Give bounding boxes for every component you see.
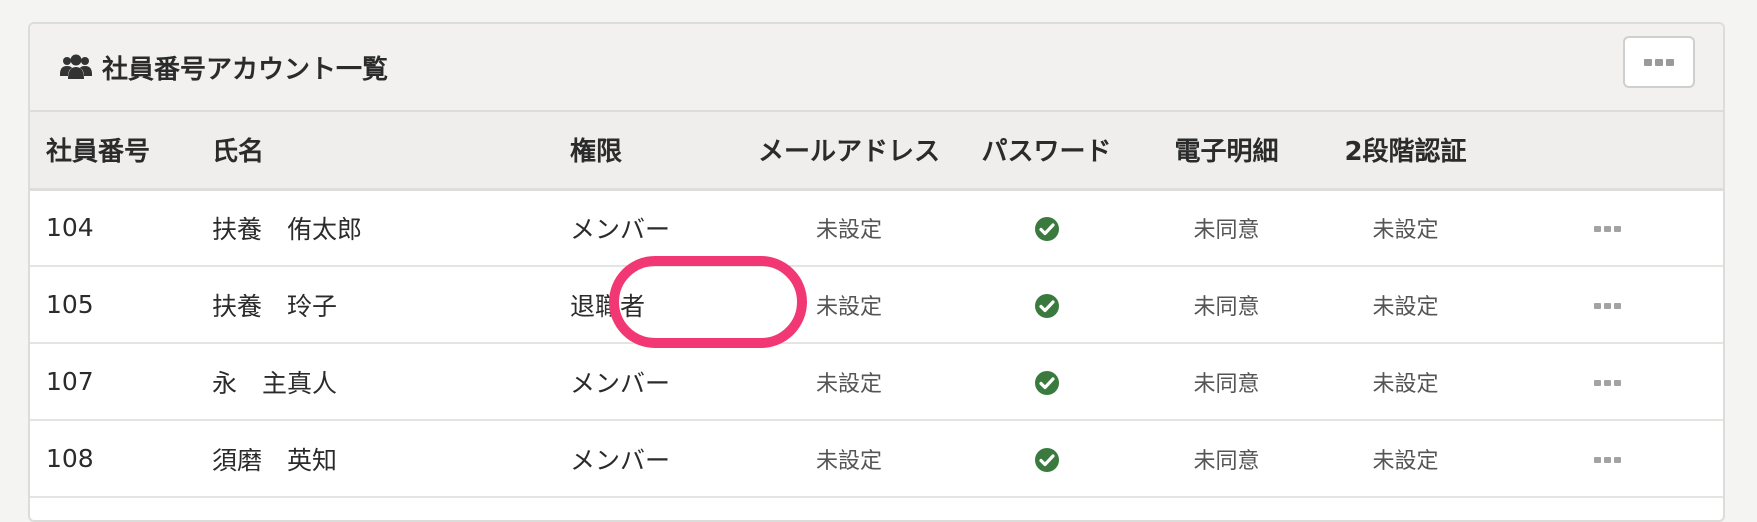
check-circle-icon <box>1034 294 1059 318</box>
cell-password <box>964 266 1129 343</box>
employee-account-panel: 社員番号アカウント一覧 社員番号 氏名 権限 メールアドレス パスワード 電子明… <box>28 22 1725 522</box>
cell-employee-no: 105 <box>46 290 94 319</box>
header-actions <box>1487 112 1723 189</box>
table-row[interactable]: 104 扶養 侑太郎 メンバー 未設定 未同意 未設定 <box>30 189 1723 266</box>
cell-actions <box>1487 266 1723 343</box>
cell-employee-no: 108 <box>46 444 94 473</box>
cell-two-factor: 未設定 <box>1372 294 1439 320</box>
table-header-row: 社員番号 氏名 権限 メールアドレス パスワード 電子明細 2段階認証 <box>30 112 1723 189</box>
more-dots-icon <box>1644 58 1674 66</box>
cell-two-factor: 未設定 <box>1372 371 1439 397</box>
employee-account-table: 社員番号 氏名 権限 メールアドレス パスワード 電子明細 2段階認証 104 … <box>30 112 1723 498</box>
cell-role: メンバー <box>570 445 671 475</box>
cell-actions <box>1487 189 1723 266</box>
cell-email: 未設定 <box>815 448 882 474</box>
cell-actions <box>1487 420 1723 497</box>
panel-more-button[interactable] <box>1623 36 1695 88</box>
check-circle-icon <box>1034 448 1059 472</box>
table-row[interactable]: 107 永 主真人 メンバー 未設定 未同意 未設定 <box>30 343 1723 420</box>
cell-e-statement: 未同意 <box>1193 371 1260 397</box>
cell-e-statement: 未同意 <box>1193 448 1260 474</box>
cell-two-factor: 未設定 <box>1372 448 1439 474</box>
row-more-icon[interactable] <box>1593 226 1621 233</box>
cell-actions <box>1487 343 1723 420</box>
cell-two-factor: 未設定 <box>1372 217 1439 243</box>
cell-e-statement: 未同意 <box>1193 294 1260 320</box>
cell-name: 永 主真人 <box>212 368 338 398</box>
table-row[interactable]: 108 須磨 英知 メンバー 未設定 未同意 未設定 <box>30 420 1723 497</box>
cell-email: 未設定 <box>815 217 882 243</box>
users-icon <box>60 54 92 79</box>
header-password: パスワード <box>981 137 1112 168</box>
header-e-statement: 電子明細 <box>1174 137 1279 168</box>
cell-role: 退職者 <box>570 291 646 321</box>
row-more-icon[interactable] <box>1593 303 1621 309</box>
row-more-icon[interactable] <box>1593 380 1621 386</box>
panel-header: 社員番号アカウント一覧 <box>30 24 1723 112</box>
cell-name: 扶養 玲子 <box>212 291 338 321</box>
table-row[interactable]: 105 扶養 玲子 退職者 未設定 未同意 未設定 <box>30 266 1723 343</box>
cell-role: メンバー <box>570 214 671 244</box>
panel-title-text: 社員番号アカウント一覧 <box>102 54 389 85</box>
check-circle-icon <box>1034 217 1059 242</box>
cell-password <box>964 189 1129 266</box>
cell-name: 扶養 侑太郎 <box>212 214 363 244</box>
cell-password <box>964 343 1129 420</box>
cell-email: 未設定 <box>815 371 882 397</box>
header-name[interactable]: 氏名 <box>212 112 570 189</box>
header-role[interactable]: 権限 <box>570 112 734 189</box>
cell-e-statement: 未同意 <box>1193 217 1260 243</box>
cell-role: メンバー <box>570 368 671 398</box>
header-employee-no[interactable]: 社員番号 <box>30 112 212 189</box>
cell-employee-no: 104 <box>46 213 94 243</box>
cell-employee-no: 107 <box>46 367 94 396</box>
cell-password <box>964 420 1129 497</box>
header-two-factor: 2段階認証 <box>1344 137 1467 168</box>
header-email: メールアドレス <box>757 137 940 168</box>
row-more-icon[interactable] <box>1593 457 1621 463</box>
check-circle-icon <box>1034 371 1059 395</box>
cell-email: 未設定 <box>815 294 882 320</box>
cell-name: 須磨 英知 <box>212 445 338 475</box>
panel-title: 社員番号アカウント一覧 <box>60 49 388 86</box>
